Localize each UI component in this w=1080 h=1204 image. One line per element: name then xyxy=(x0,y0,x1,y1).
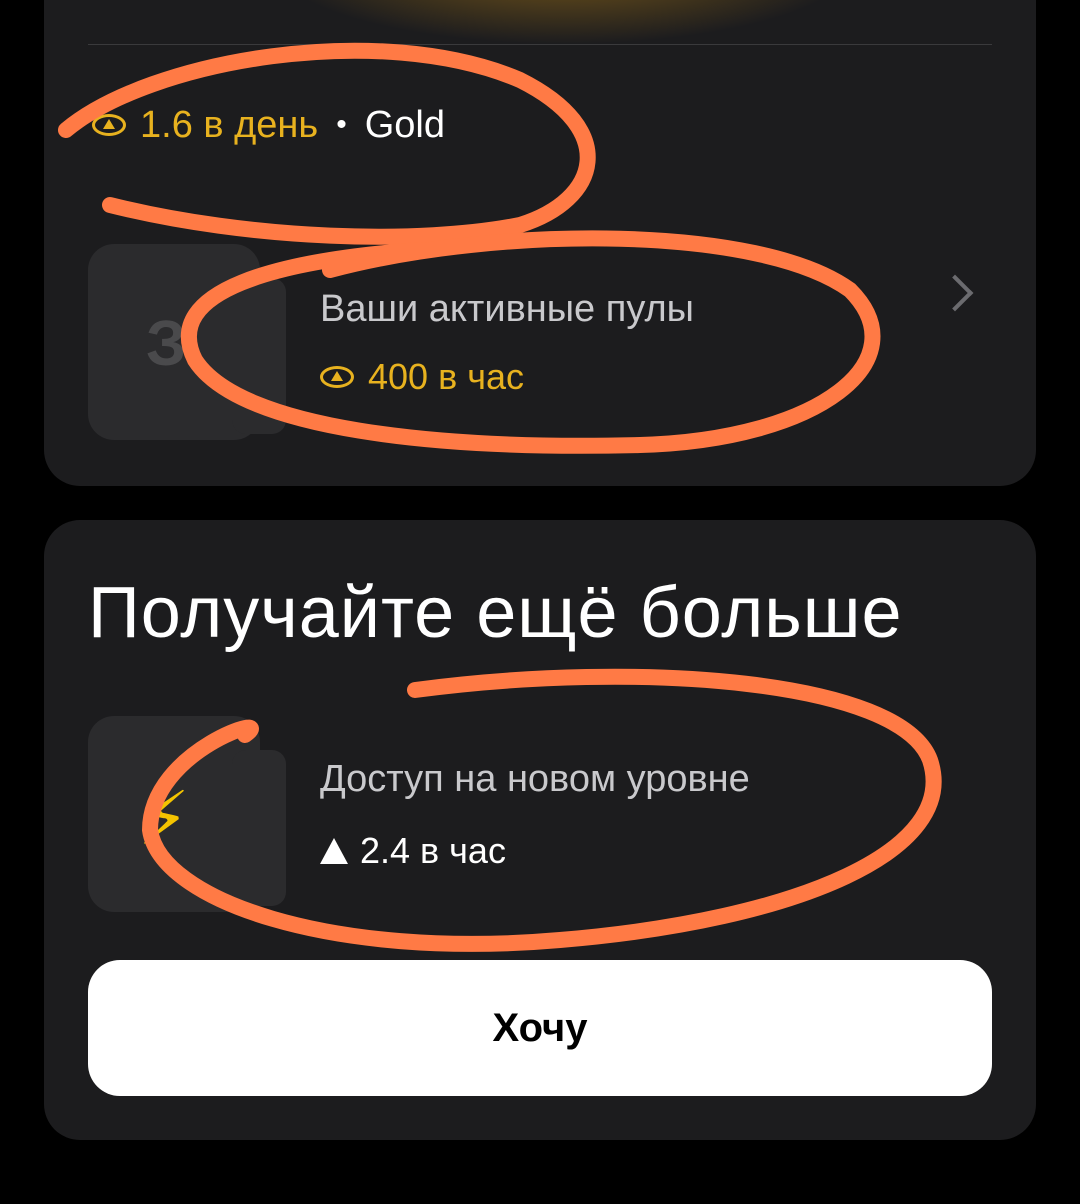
upgrade-card: Получайте ещё больше ⚡ Доступ на новом у… xyxy=(44,520,1036,1140)
lightning-icon: ⚡ xyxy=(138,777,190,860)
active-pools-rate-row: 400 в час xyxy=(320,356,524,398)
thumbnail-layer xyxy=(232,278,286,434)
triangle-icon xyxy=(320,838,348,864)
thumbnail-layer xyxy=(232,750,286,906)
feature-title: Доступ на новом уровне xyxy=(320,758,750,800)
separator-dot: • xyxy=(336,108,347,141)
chevron-right-icon[interactable] xyxy=(936,274,974,312)
earn-rate-row: 1.6 в день • Gold xyxy=(92,100,445,150)
section-title: Получайте ещё больше xyxy=(88,573,903,653)
tier-label: Gold xyxy=(364,103,446,146)
pool-thumbnail: З xyxy=(88,244,286,440)
feature-rate: 2.4 в час xyxy=(360,830,506,871)
divider xyxy=(88,44,992,45)
balance-card: 1.6 в день • Gold З Ваши активные пулы 4… xyxy=(44,0,1036,486)
active-pools-title[interactable]: Ваши активные пулы xyxy=(320,288,694,331)
feature-thumbnail: ⚡ xyxy=(88,716,286,912)
active-pools-rate: 400 в час xyxy=(368,356,524,397)
coin-icon xyxy=(92,114,126,136)
want-button[interactable]: Хочу xyxy=(88,960,992,1096)
daily-earn-rate: 1.6 в день xyxy=(140,103,319,146)
feature-rate-row: 2.4 в час xyxy=(320,830,506,872)
coin-icon xyxy=(320,366,354,388)
pool-thumbnail-letter: З xyxy=(146,307,187,379)
